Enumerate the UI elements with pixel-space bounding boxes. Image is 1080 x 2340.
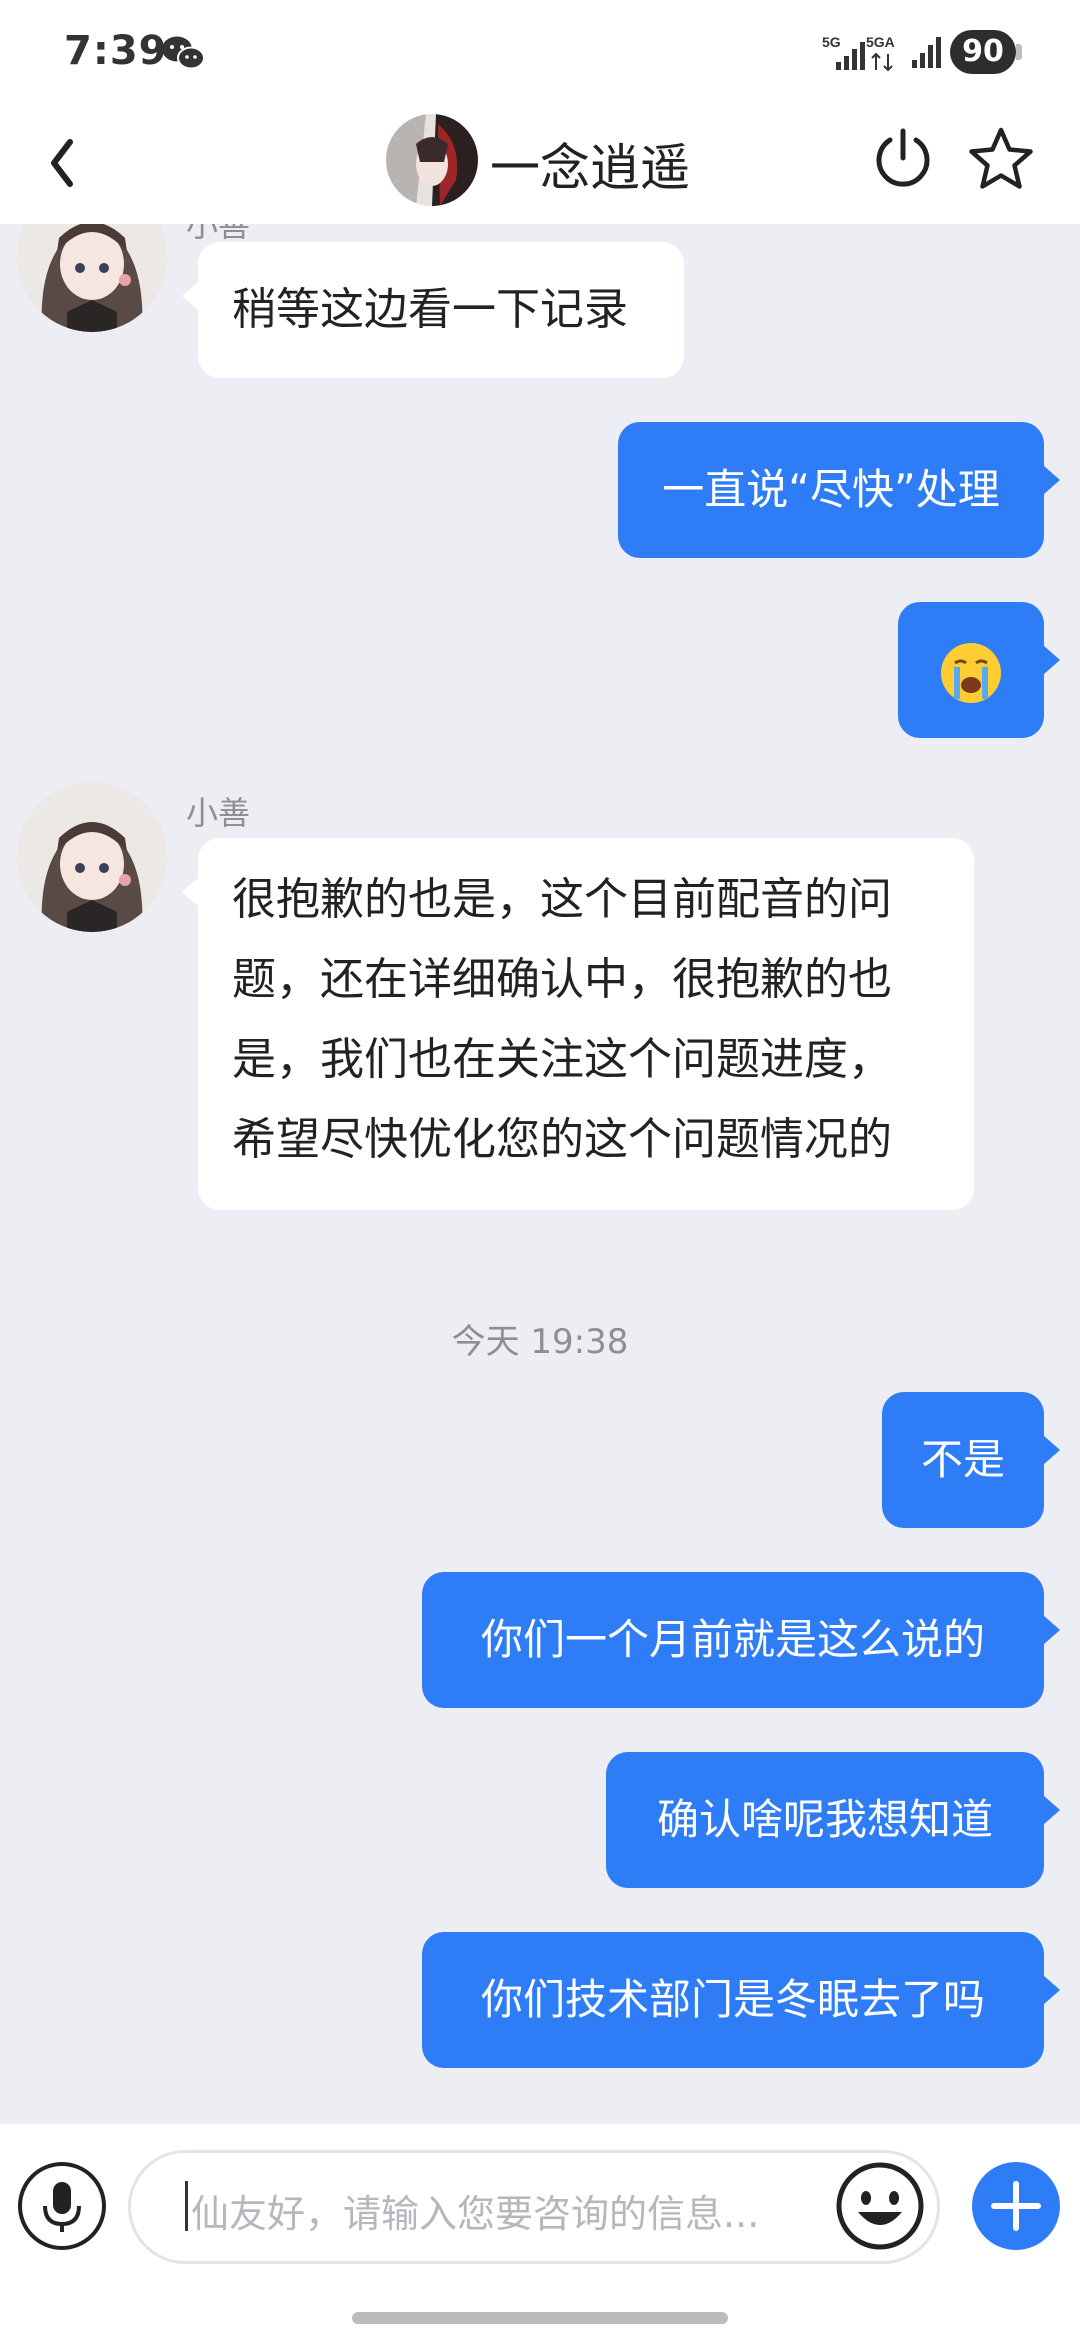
message-input[interactable]: 仙友好，请输入您要咨询的信息... (128, 2150, 940, 2264)
message-bubble-out-emoji[interactable] (898, 602, 1060, 738)
status-time: 7:39 (64, 28, 168, 74)
message-text-line: 题，还在详细确认中，很抱歉的也 (232, 954, 892, 1005)
message-text-line: 很抱歉的也是，这个目前配音的问 (232, 874, 892, 925)
sender-name: 小善 (186, 794, 251, 832)
home-indicator[interactable] (352, 2312, 728, 2324)
agent-avatar[interactable] (17, 224, 167, 332)
message-bubble-out[interactable]: 一直说“尽快”处理 (618, 422, 1060, 558)
signal-5ga-icon: 5GA (866, 34, 906, 74)
message-bubble-out[interactable]: 确认啥呢我想知道 (606, 1752, 1060, 1888)
input-placeholder: 仙友好，请输入您要咨询的信息... (191, 2192, 760, 2236)
status-bar: 7:39 5G 5GA 90 (0, 0, 1080, 104)
message-text: 一直说“尽快”处理 (662, 465, 1000, 514)
battery-indicator: 90 (950, 30, 1016, 74)
message-text: 稍等这边看一下记录 (232, 284, 628, 335)
text-caret (185, 2181, 188, 2231)
agent-avatar[interactable] (17, 782, 167, 932)
wechat-icon (162, 36, 205, 70)
message-bubble-out[interactable]: 不是 (882, 1392, 1060, 1528)
message-bubble-out[interactable]: 你们一个月前就是这么说的 (422, 1572, 1060, 1708)
back-icon[interactable] (38, 128, 88, 198)
signal-bars-icon (912, 37, 941, 68)
message-bubble-in[interactable]: 很抱歉的也是，这个目前配音的问 题，还在详细确认中，很抱歉的也 是，我们也在关注… (182, 838, 974, 1210)
voice-button[interactable] (18, 2162, 106, 2250)
message-text: 确认啥呢我想知道 (656, 1795, 993, 1844)
message-text: 你们技术部门是冬眠去了吗 (480, 1975, 985, 2024)
input-bar: 仙友好，请输入您要咨询的信息... (0, 2124, 1080, 2340)
emoji-icon[interactable] (834, 2160, 926, 2252)
chat-header: 一念逍遥 (0, 104, 1080, 224)
message-bubble-out[interactable]: 你们技术部门是冬眠去了吗 (422, 1932, 1060, 2068)
plus-icon (991, 2181, 1041, 2231)
message-text-line: 是，我们也在关注这个问题进度， (232, 1034, 892, 1085)
message-text: 不是 (920, 1435, 1005, 1484)
message-text: 你们一个月前就是这么说的 (480, 1615, 985, 1664)
message-text-line: 希望尽快优化您的这个问题情况的 (232, 1114, 892, 1165)
page-title: 一念逍遥 (490, 139, 690, 197)
microphone-icon (43, 2182, 81, 2232)
chat-messages[interactable]: 小善 稍等这边看一下记录 一直说“尽快”处理 小善 很抱歉的也是，这个目前配音的… (0, 224, 1080, 2124)
contact-avatar[interactable] (386, 114, 478, 206)
message-bubble-in[interactable]: 稍等这边看一下记录 (182, 242, 684, 378)
crying-emoji-icon (937, 642, 1005, 703)
timestamp: 今天 19:38 (451, 1322, 629, 1362)
signal-5g-icon: 5G (822, 34, 872, 74)
star-icon[interactable] (966, 126, 1036, 192)
power-icon[interactable] (870, 126, 936, 192)
battery-tip (1016, 44, 1022, 60)
more-button[interactable] (972, 2162, 1060, 2250)
